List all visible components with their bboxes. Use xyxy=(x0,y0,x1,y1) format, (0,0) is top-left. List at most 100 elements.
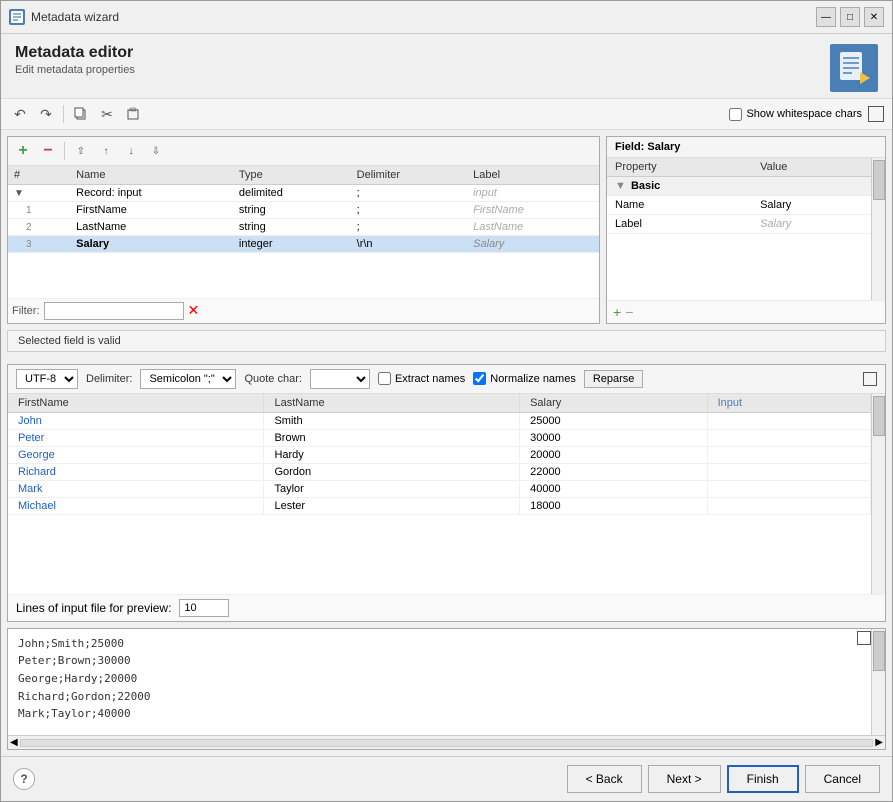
cut-button[interactable]: ✂ xyxy=(96,103,118,125)
redo-button[interactable]: ↷ xyxy=(35,103,57,125)
undo-button[interactable]: ↶ xyxy=(9,103,31,125)
window-title: Metadata wizard xyxy=(31,10,810,24)
raw-maximize-button[interactable] xyxy=(857,631,871,645)
cell-lastname: Gordon xyxy=(264,463,520,480)
data-row[interactable]: Michael Lester 18000 xyxy=(8,497,871,514)
finish-button[interactable]: Finish xyxy=(727,765,799,793)
cell-firstname: Michael xyxy=(8,497,264,514)
table-row-selected[interactable]: 3 Salary integer \r\n Salary xyxy=(8,236,599,253)
header-left: Metadata editor Edit metadata properties xyxy=(15,44,135,76)
cell-salary: 40000 xyxy=(520,480,708,497)
fields-sep-1 xyxy=(64,142,65,160)
move-up-top-button[interactable]: ⇧ xyxy=(70,140,92,162)
row-type: delimited xyxy=(233,185,351,202)
minimize-button[interactable]: — xyxy=(816,7,836,27)
row-num: 3 xyxy=(8,236,70,253)
next-button[interactable]: Next > xyxy=(648,765,721,793)
move-down-bottom-button[interactable]: ⇩ xyxy=(145,140,167,162)
paste-button[interactable] xyxy=(122,103,144,125)
preview-lines-row: Lines of input file for preview: xyxy=(8,594,885,621)
footer: ? < Back Next > Finish Cancel xyxy=(1,756,892,801)
move-down-button[interactable]: ↓ xyxy=(120,140,142,162)
data-row[interactable]: John Smith 25000 xyxy=(8,412,871,429)
show-whitespace-label[interactable]: Show whitespace chars xyxy=(729,108,862,121)
cell-input xyxy=(707,463,870,480)
page-title: Metadata editor xyxy=(15,44,135,62)
cell-firstname: George xyxy=(8,446,264,463)
cell-input xyxy=(707,497,870,514)
fields-data-table: # Name Type Delimiter Label ▼ Record: in… xyxy=(8,166,599,253)
table-row[interactable]: 1 FirstName string ; FirstName xyxy=(8,202,599,219)
quote-char-select[interactable] xyxy=(310,369,370,389)
data-row[interactable]: Mark Taylor 40000 xyxy=(8,480,871,497)
remove-field-button[interactable]: − xyxy=(37,140,59,162)
maximize-button[interactable]: □ xyxy=(840,7,860,27)
show-whitespace-checkbox[interactable] xyxy=(729,108,742,121)
extract-names-label[interactable]: Extract names xyxy=(378,372,465,385)
lines-input[interactable] xyxy=(179,599,229,617)
props-toolbar: + − xyxy=(607,300,885,323)
props-scrollbar-thumb[interactable] xyxy=(873,160,885,200)
cell-salary: 30000 xyxy=(520,429,708,446)
props-row[interactable]: Label Salary xyxy=(607,215,871,234)
props-row[interactable]: Name Salary xyxy=(607,196,871,215)
props-table-wrap: Property Value ▼ Basic xyxy=(607,158,885,300)
table-row[interactable]: 2 LastName string ; LastName xyxy=(8,219,599,236)
cell-salary: 18000 xyxy=(520,497,708,514)
data-row[interactable]: Richard Gordon 22000 xyxy=(8,463,871,480)
props-scrollbar[interactable] xyxy=(871,158,885,300)
row-delimiter: ; xyxy=(351,185,467,202)
remove-property-button[interactable]: − xyxy=(625,304,633,320)
fields-table: # Name Type Delimiter Label ▼ Record: in… xyxy=(8,166,599,298)
delimiter-select[interactable]: Semicolon ";" xyxy=(140,369,236,389)
main-content: + − ⇧ ↑ ↓ ⇩ # Name Type xyxy=(1,130,892,756)
properties-panel: Field: Salary Property Value xyxy=(606,136,886,324)
table-row[interactable]: ▼ Record: input delimited ; input xyxy=(8,185,599,202)
close-button[interactable]: ✕ xyxy=(864,7,884,27)
row-type: string xyxy=(233,202,351,219)
cell-firstname: Mark xyxy=(8,480,264,497)
footer-buttons: < Back Next > Finish Cancel xyxy=(567,765,880,793)
preview-scrollbar-thumb[interactable] xyxy=(873,396,885,436)
page-header: Metadata editor Edit metadata properties xyxy=(1,34,892,98)
raw-line: Mark;Taylor;40000 xyxy=(18,705,861,723)
preview-toolbar: UTF-8 Delimiter: Semicolon ";" Quote cha… xyxy=(8,365,885,394)
back-button[interactable]: < Back xyxy=(567,765,642,793)
data-row[interactable]: Peter Brown 30000 xyxy=(8,429,871,446)
data-row[interactable]: George Hardy 20000 xyxy=(8,446,871,463)
copy-button[interactable] xyxy=(70,103,92,125)
lines-label: Lines of input file for preview: xyxy=(16,601,171,615)
prop-name: Label xyxy=(607,215,752,234)
filter-input[interactable] xyxy=(44,302,184,320)
reparse-button[interactable]: Reparse xyxy=(584,370,644,388)
normalize-names-checkbox[interactable] xyxy=(473,372,486,385)
normalize-names-label[interactable]: Normalize names xyxy=(473,372,576,385)
extract-names-checkbox[interactable] xyxy=(378,372,391,385)
prop-value: Salary xyxy=(752,196,871,215)
raw-line: Richard;Gordon;22000 xyxy=(18,688,861,706)
move-up-button[interactable]: ↑ xyxy=(95,140,117,162)
prop-col-value: Value xyxy=(752,158,871,177)
help-button[interactable]: ? xyxy=(13,768,35,790)
data-col-salary: Salary xyxy=(520,394,708,413)
add-property-button[interactable]: + xyxy=(613,304,621,320)
encoding-select[interactable]: UTF-8 xyxy=(16,369,78,389)
quote-char-label: Quote char: xyxy=(244,373,301,385)
col-label: Label xyxy=(467,166,599,185)
add-field-button[interactable]: + xyxy=(12,140,34,162)
cell-input xyxy=(707,429,870,446)
cancel-button[interactable]: Cancel xyxy=(805,765,880,793)
preview-scrollbar[interactable] xyxy=(871,394,885,594)
page-subtitle: Edit metadata properties xyxy=(15,64,135,76)
raw-scrollbar[interactable] xyxy=(871,629,885,735)
fields-panel: + − ⇧ ↑ ↓ ⇩ # Name Type xyxy=(7,136,600,324)
raw-hscrollbar[interactable]: ◀ ▶ xyxy=(8,735,885,749)
clear-filter-button[interactable]: ✕ xyxy=(188,302,200,319)
raw-scrollbar-thumb[interactable] xyxy=(873,631,885,671)
raw-line: John;Smith;25000 xyxy=(18,635,861,653)
preview-maximize-button[interactable] xyxy=(863,372,877,386)
props-section-basic: ▼ Basic xyxy=(607,177,871,196)
row-delimiter: \r\n xyxy=(351,236,467,253)
toolbar-maximize-button[interactable] xyxy=(868,106,884,122)
filter-row: Filter: ✕ xyxy=(8,298,599,323)
